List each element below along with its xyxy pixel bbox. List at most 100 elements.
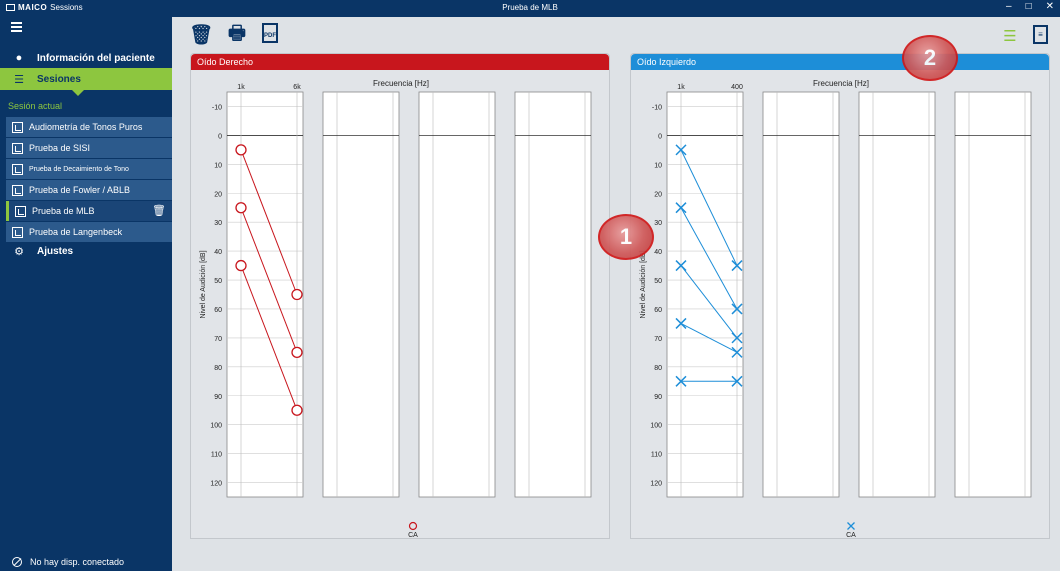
- device-status-text: No hay disp. conectado: [30, 557, 125, 567]
- data-point-circle: [235, 259, 247, 272]
- y-tick-label: 80: [214, 365, 222, 372]
- x-tick-label: 6k: [293, 84, 301, 91]
- pdf-icon-label: PDF: [264, 33, 276, 39]
- person-icon: ●: [15, 52, 23, 64]
- test-grid-icon: [15, 205, 26, 217]
- y-tick-label: 10: [214, 162, 222, 169]
- y-tick-label: 100: [650, 423, 662, 430]
- right-ear-panel: Oído Derecho Frecuencia [Hz] -10 0 10 20 30 40…: [190, 53, 610, 539]
- hamburger-menu-icon[interactable]: [11, 22, 22, 34]
- y-tick-label: 30: [654, 220, 662, 227]
- y-tick-label: 10: [654, 162, 662, 169]
- empty-subgrid: [858, 91, 936, 498]
- y-tick-label: 80: [654, 365, 662, 372]
- y-tick-label: 90: [214, 394, 222, 401]
- y-axis-label: Nivel de Audición [dB]: [640, 250, 647, 318]
- pdf-icon[interactable]: PDF: [262, 23, 278, 43]
- session-item-label: Audiometría de Tonos Puros: [29, 122, 143, 132]
- delete-test-icon[interactable]: 🗑: [152, 204, 166, 217]
- y-tick-label: 30: [214, 220, 222, 227]
- data-point-circle: [235, 144, 247, 156]
- x-tick-label: 1k: [237, 84, 245, 91]
- y-tick-label: 20: [214, 191, 222, 198]
- empty-subgrid: [322, 91, 400, 498]
- gears-icon: ⚙: [14, 245, 24, 258]
- toolbar: 🗑 🖶 PDF: [189, 23, 278, 47]
- data-point-circle: [291, 404, 303, 416]
- y-axis-label: Nivel de Audición [dB]: [200, 250, 207, 318]
- right-ear-header: Oído Derecho: [191, 54, 609, 70]
- y-tick-label: 60: [654, 307, 662, 314]
- test-grid-icon: [12, 142, 23, 154]
- session-item-fowler[interactable]: Prueba de Fowler / ABLB: [6, 180, 172, 200]
- test-grid-icon: [12, 163, 23, 175]
- y-tick-label: 50: [654, 278, 662, 285]
- empty-subgrid: [762, 91, 840, 498]
- empty-subgrid: [954, 91, 1032, 498]
- window-title: Prueba de MLB: [502, 3, 558, 12]
- minimize-button[interactable]: –: [1006, 1, 1012, 12]
- left-ear-panel: Oído Izquierdo Frecuencia [Hz] -10 0 10 20 30…: [630, 53, 1050, 539]
- nav-settings[interactable]: ⚙ Ajustes: [0, 240, 172, 262]
- nav-sessions[interactable]: ☰ Sesiones: [0, 68, 172, 96]
- frequency-axis-label: Frecuencia [Hz]: [813, 79, 869, 88]
- list-icon: ☰: [14, 73, 24, 86]
- session-item-tone-decay[interactable]: Prueba de Decaimiento de Tono: [6, 159, 172, 179]
- no-device-icon: [12, 557, 22, 567]
- left-ear-header: Oído Izquierdo: [631, 54, 1049, 70]
- maximize-button[interactable]: □: [1026, 1, 1032, 12]
- y-tick-label: 40: [214, 249, 222, 256]
- right-ear-audiogram[interactable]: Frecuencia [Hz] -10 0 10 20 30 40 50 60 70 80 90 100…: [191, 70, 611, 540]
- data-point-circle: [291, 288, 303, 301]
- test-grid-icon: [12, 184, 23, 196]
- y-tick-label: 0: [658, 133, 662, 140]
- title-bar: MAICO Sessions Prueba de MLB – □ ✕: [0, 0, 1060, 17]
- data-point-circle: [235, 202, 247, 214]
- legend-label: CA: [408, 532, 418, 539]
- print-icon[interactable]: 🖶: [226, 23, 248, 47]
- y-tick-label: 0: [218, 133, 222, 140]
- close-button[interactable]: ✕: [1046, 1, 1054, 12]
- legend-label: CA: [846, 532, 856, 539]
- y-tick-label: 120: [210, 481, 222, 488]
- y-tick-label: 90: [654, 394, 662, 401]
- test-grid-icon: [12, 226, 23, 238]
- session-item-label: Prueba de Fowler / ABLB: [29, 185, 131, 195]
- left-ear-audiogram[interactable]: Frecuencia [Hz] -10 0 10 20 30 40 50 60 70 80 90 100…: [631, 70, 1051, 540]
- y-tick-label: 60: [214, 307, 222, 314]
- device-status: No hay disp. conectado: [12, 557, 124, 567]
- y-tick-label: 40: [654, 249, 662, 256]
- nav-patient-info-label: Información del paciente: [37, 52, 155, 64]
- callout-badge-1: 1: [598, 214, 654, 260]
- callout-badge-2: 2: [902, 35, 958, 81]
- frequency-axis-label: Frecuencia [Hz]: [373, 79, 429, 88]
- y-tick-label: 110: [651, 452, 662, 459]
- x-tick-label: 1k: [677, 84, 685, 91]
- session-item-label: Prueba de SISI: [29, 143, 91, 153]
- main-area: 🗑 🖶 PDF ☰ ≡ Oído Derecho Frecuencia [Hz]…: [172, 17, 1060, 571]
- y-tick-label: 70: [214, 336, 222, 343]
- y-tick-label: 20: [654, 191, 662, 198]
- y-tick-label: 110: [211, 452, 222, 459]
- y-tick-label: 70: [654, 336, 662, 343]
- checklist-icon[interactable]: ☰: [1001, 25, 1019, 47]
- sidebar: ● Información del paciente ☰ Sesiones Se…: [0, 17, 172, 571]
- empty-subgrid: [418, 91, 496, 498]
- clipboard-icon[interactable]: ≡: [1033, 25, 1048, 44]
- y-tick-label: 120: [650, 481, 662, 488]
- trash-icon[interactable]: 🗑: [189, 23, 213, 47]
- y-tick-label: 100: [210, 423, 222, 430]
- nav-patient-info[interactable]: ● Información del paciente: [0, 48, 172, 68]
- nav-settings-label: Ajustes: [37, 245, 74, 257]
- session-item-pure-tone[interactable]: Audiometría de Tonos Puros: [6, 117, 172, 137]
- y-tick-label: -10: [652, 104, 662, 111]
- y-tick-label: -10: [212, 104, 222, 111]
- legend-marker: [847, 522, 855, 530]
- x-tick-label: 400: [731, 84, 743, 91]
- session-item-mlb[interactable]: Prueba de MLB 🗑: [6, 201, 172, 221]
- data-point-circle: [291, 346, 303, 359]
- session-item-sisi[interactable]: Prueba de SISI: [6, 138, 172, 158]
- session-item-langenbeck[interactable]: Prueba de Langenbeck: [6, 222, 172, 242]
- session-item-label: Prueba de Langenbeck: [29, 227, 123, 237]
- empty-subgrid: [514, 91, 592, 498]
